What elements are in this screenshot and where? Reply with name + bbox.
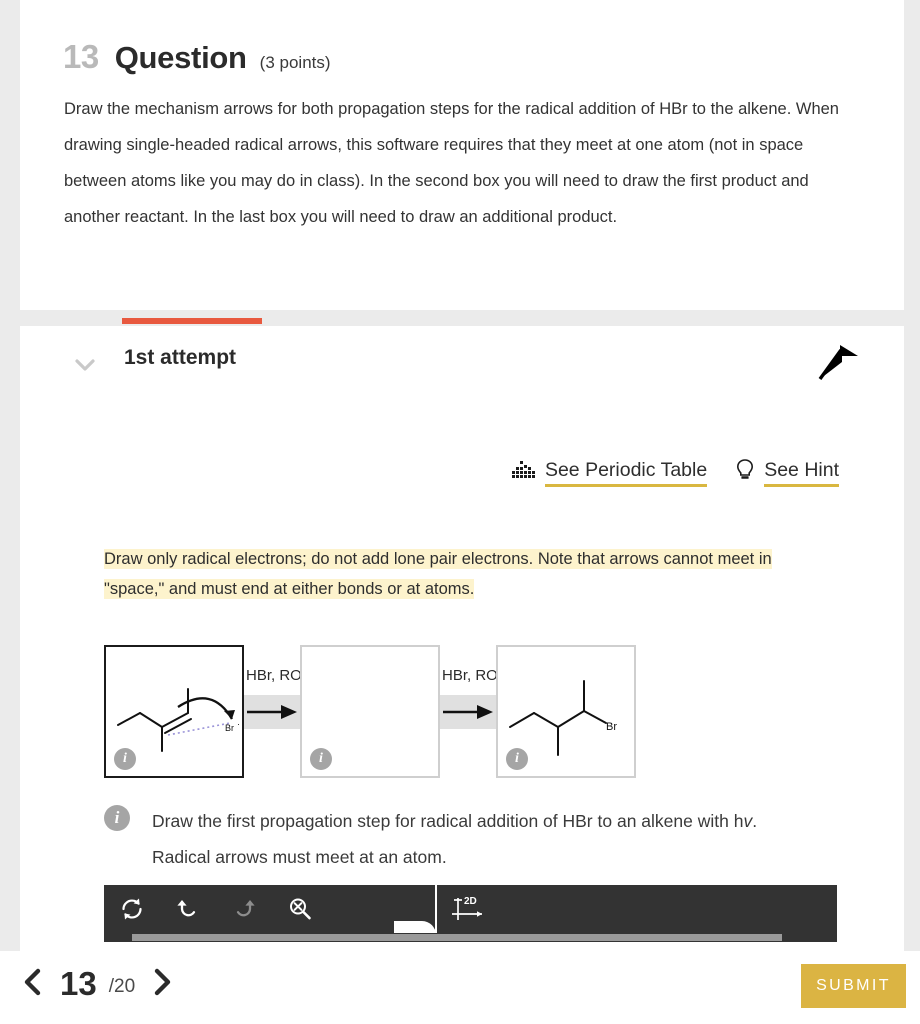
two-d-axes-icon[interactable]: 2D xyxy=(440,885,496,933)
page-title: Question xyxy=(114,40,247,75)
intermediate-draw-box[interactable]: i xyxy=(300,645,440,778)
reagent-label-2: HBr, RO xyxy=(442,667,498,684)
reagent-label-1: HBr, RO xyxy=(246,667,302,684)
see-periodic-table-label: See Periodic Table xyxy=(544,459,708,487)
instruction-text-italic: v xyxy=(743,811,753,831)
instruction-row: i Draw the first propagation step for ra… xyxy=(104,803,804,875)
erase-zoom-icon[interactable] xyxy=(272,885,328,933)
toolbar-scrollbar-thumb[interactable] xyxy=(132,934,782,941)
see-periodic-table-link[interactable]: See Periodic Table xyxy=(511,459,708,487)
reactant-box-info-icon[interactable]: i xyxy=(114,748,136,770)
chevron-down-icon[interactable] xyxy=(72,352,98,378)
svg-text:2D: 2D xyxy=(464,896,477,907)
periodic-table-icon xyxy=(511,460,536,485)
reset-icon[interactable] xyxy=(104,885,160,933)
product-draw-box[interactable]: Br i xyxy=(496,645,636,778)
instruction-text: Draw the first propagation step for radi… xyxy=(152,803,804,875)
total-pages-label: /20 xyxy=(108,976,136,997)
question-body-text: Draw the mechanism arrows for both propa… xyxy=(64,100,839,226)
question-number: 13 xyxy=(63,38,99,75)
svg-text:·: · xyxy=(237,719,240,729)
question-card: 13 Question (3 points) Draw the mechanis… xyxy=(20,0,904,310)
help-links: See Periodic Table See Hint xyxy=(511,458,839,487)
toolbar-divider xyxy=(435,885,437,933)
see-hint-link[interactable]: See Hint xyxy=(735,458,839,487)
see-hint-label: See Hint xyxy=(764,459,839,487)
toolbar-buttons xyxy=(104,885,328,933)
molecule-editor-toolbar: 2D xyxy=(104,885,837,942)
intermediate-box-info-icon[interactable]: i xyxy=(310,748,332,770)
previous-question-button[interactable] xyxy=(22,967,44,1002)
page-navigation: 13 /20 xyxy=(22,965,173,1003)
toolbar-scrollbar-track[interactable] xyxy=(104,933,837,942)
reactant-draw-box[interactable]: Br · i xyxy=(104,645,244,778)
question-points: (3 points) xyxy=(259,53,331,72)
attempt-tab-band xyxy=(20,310,904,326)
attempt-label: 1st attempt xyxy=(124,346,237,369)
question-header: 13 Question (3 points) xyxy=(20,0,904,76)
reaction-arrow-1 xyxy=(244,695,300,729)
bottom-navigation-bar: 13 /20 SUBMIT xyxy=(0,951,920,1024)
current-page-number: 13 xyxy=(60,965,97,1002)
svg-text:Br: Br xyxy=(606,721,617,733)
flag-icon[interactable] xyxy=(818,342,860,382)
instruction-text-before: Draw the first propagation step for radi… xyxy=(152,811,744,831)
next-question-button[interactable] xyxy=(151,967,173,1002)
reagent-step-2: HBr, RO xyxy=(440,645,498,778)
submit-button[interactable]: SUBMIT xyxy=(801,964,906,1008)
attempt-header: 1st attempt xyxy=(20,326,904,402)
active-tab-indicator xyxy=(122,318,262,324)
reaction-scheme: Br · i HBr, RO i HBr, RO Br i xyxy=(104,645,636,778)
lightbulb-icon xyxy=(735,458,755,487)
assignment-page: 13 Question (3 points) Draw the mechanis… xyxy=(0,0,920,1024)
note-text: Draw only radical electrons; do not add … xyxy=(104,549,772,599)
undo-icon[interactable] xyxy=(160,885,216,933)
attempt-card: 1st attempt See Periodic Table See Hint … xyxy=(20,326,904,951)
page-right-margin xyxy=(904,0,920,951)
instruction-info-icon: i xyxy=(104,805,130,831)
product-box-info-icon[interactable]: i xyxy=(506,748,528,770)
redo-icon[interactable] xyxy=(216,885,272,933)
reaction-arrow-2 xyxy=(440,695,496,729)
highlighted-note: Draw only radical electrons; do not add … xyxy=(104,544,834,604)
reagent-step-1: HBr, RO xyxy=(244,645,302,778)
svg-text:Br: Br xyxy=(225,723,234,733)
